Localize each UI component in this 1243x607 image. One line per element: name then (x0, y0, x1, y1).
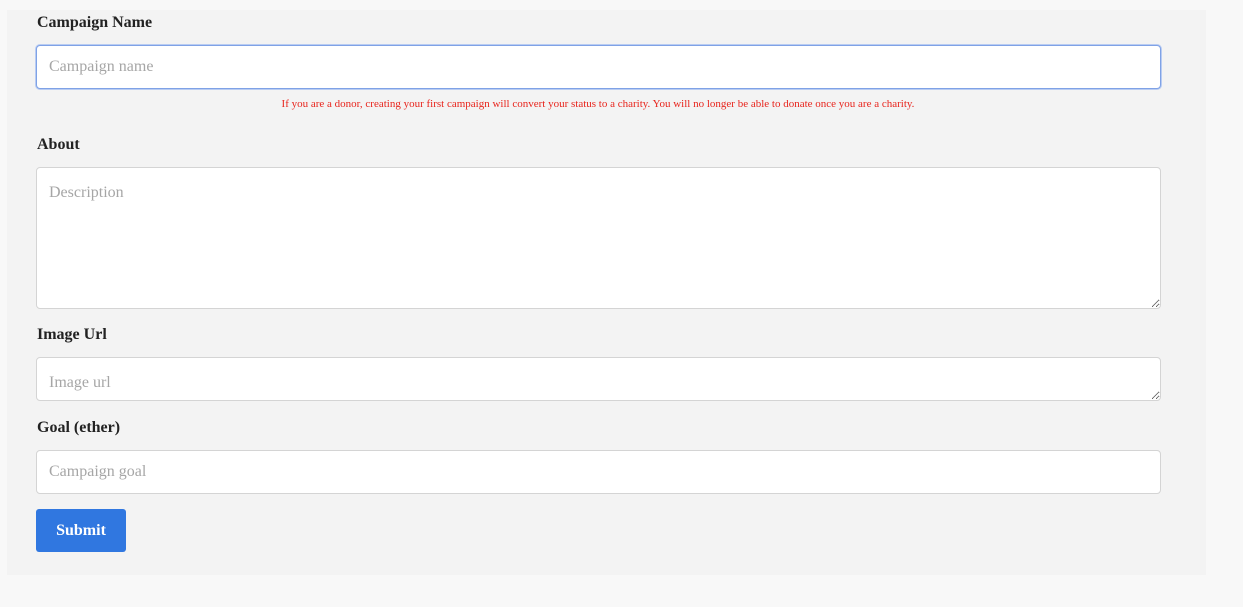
about-label: About (37, 136, 80, 153)
image-url-label: Image Url (37, 326, 107, 343)
goal-label: Goal (ether) (37, 419, 121, 436)
campaign-goal-input[interactable] (36, 450, 1161, 494)
campaign-name-input[interactable] (36, 45, 1161, 89)
image-url-textarea[interactable] (36, 357, 1161, 401)
description-textarea[interactable] (36, 167, 1161, 309)
submit-button[interactable]: Submit (36, 509, 126, 552)
campaign-name-label: Campaign Name (37, 14, 153, 31)
donor-warning-text: If you are a donor, creating your first … (281, 98, 915, 110)
